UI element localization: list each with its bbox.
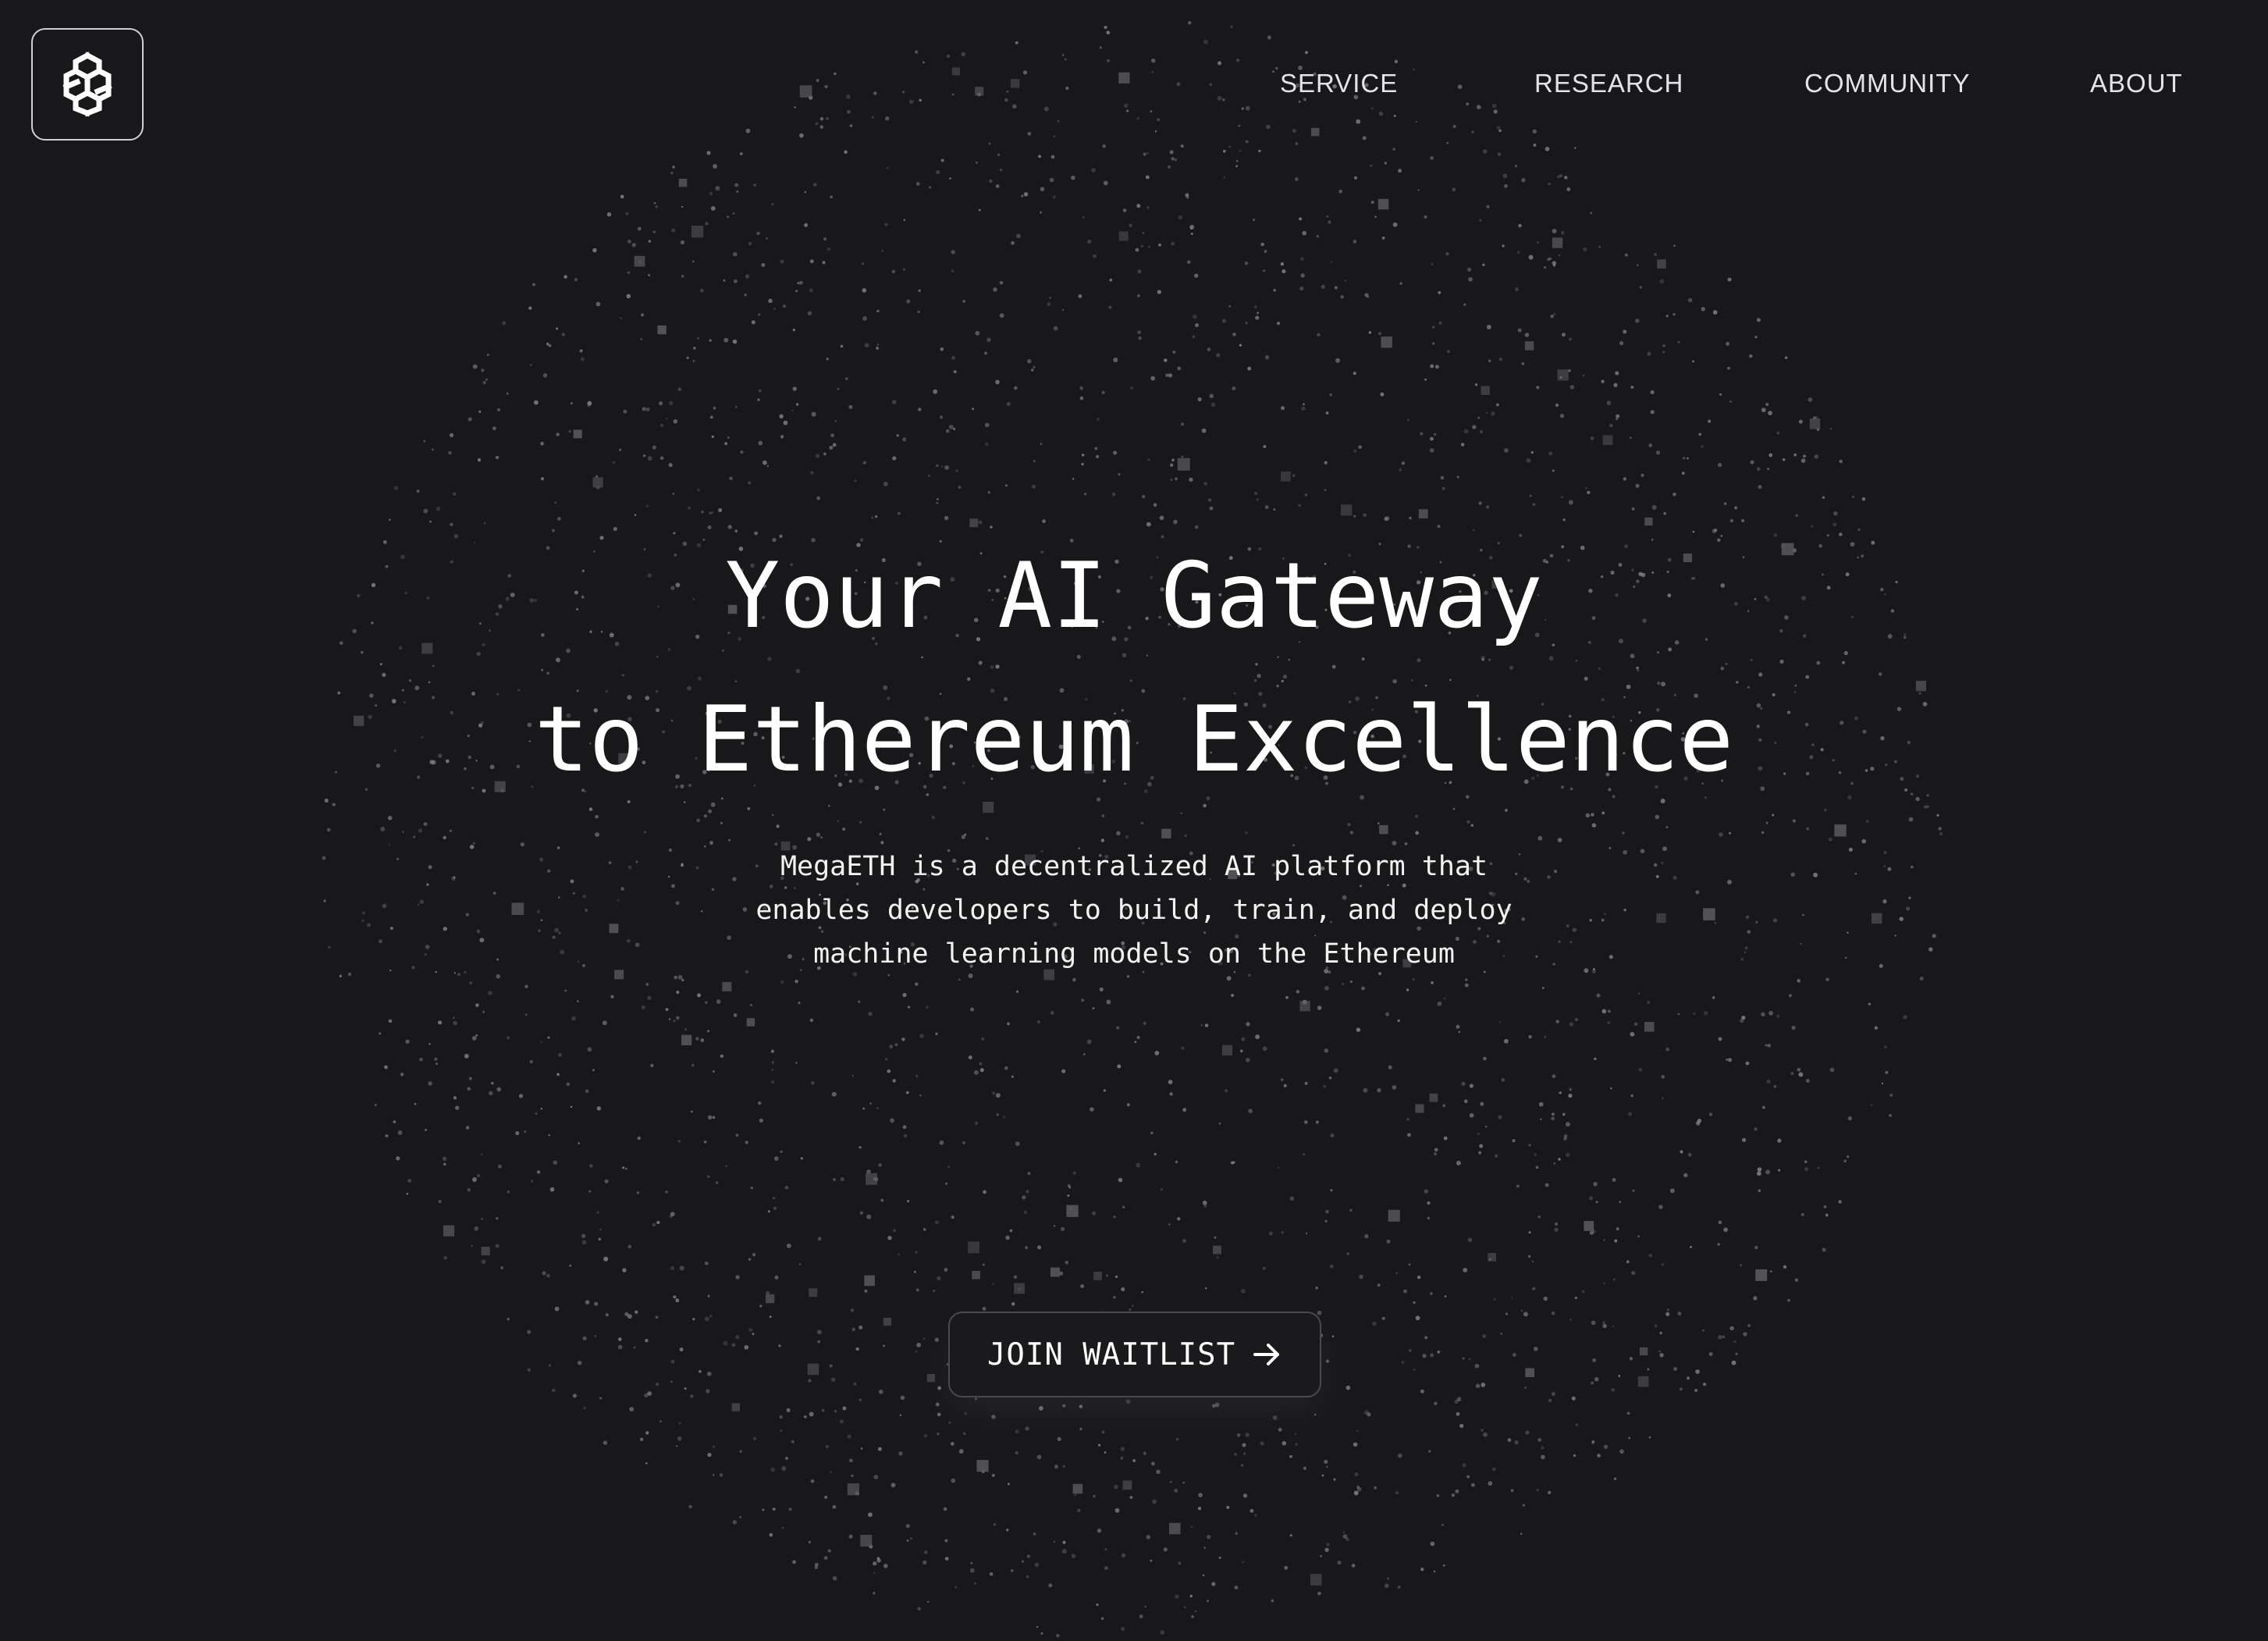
hero-description-line-1: MegaETH is a decentralized AI platform t… (780, 851, 1488, 882)
hero-title-line-1: Your AI Gateway (725, 543, 1543, 649)
hero-description-line-2: enables developers to build, train, and … (755, 895, 1513, 926)
nav-item-research[interactable]: RESEARCH (1534, 69, 1683, 98)
nav-item-about[interactable]: ABOUT (2090, 69, 2183, 98)
join-waitlist-button[interactable]: JOIN WAITLIST (948, 1312, 1321, 1397)
landing-page: SERVICE RESEARCH COMMUNITY ABOUT Your AI… (0, 0, 2268, 1641)
nav-item-service[interactable]: SERVICE (1280, 69, 1398, 98)
hero-description: MegaETH is a decentralized AI platform t… (0, 845, 2268, 976)
nav-item-community[interactable]: COMMUNITY (1804, 69, 1970, 98)
join-waitlist-label: JOIN WAITLIST (986, 1337, 1236, 1372)
arrow-right-icon (1253, 1344, 1280, 1365)
hero-title: Your AI Gateway to Ethereum Excellence (0, 525, 2268, 812)
hero-title-line-2: to Ethereum Excellence (534, 687, 1734, 792)
main-nav: SERVICE RESEARCH COMMUNITY ABOUT (0, 69, 2268, 103)
hero-description-line-3: machine learning models on the Ethereum (813, 938, 1455, 970)
